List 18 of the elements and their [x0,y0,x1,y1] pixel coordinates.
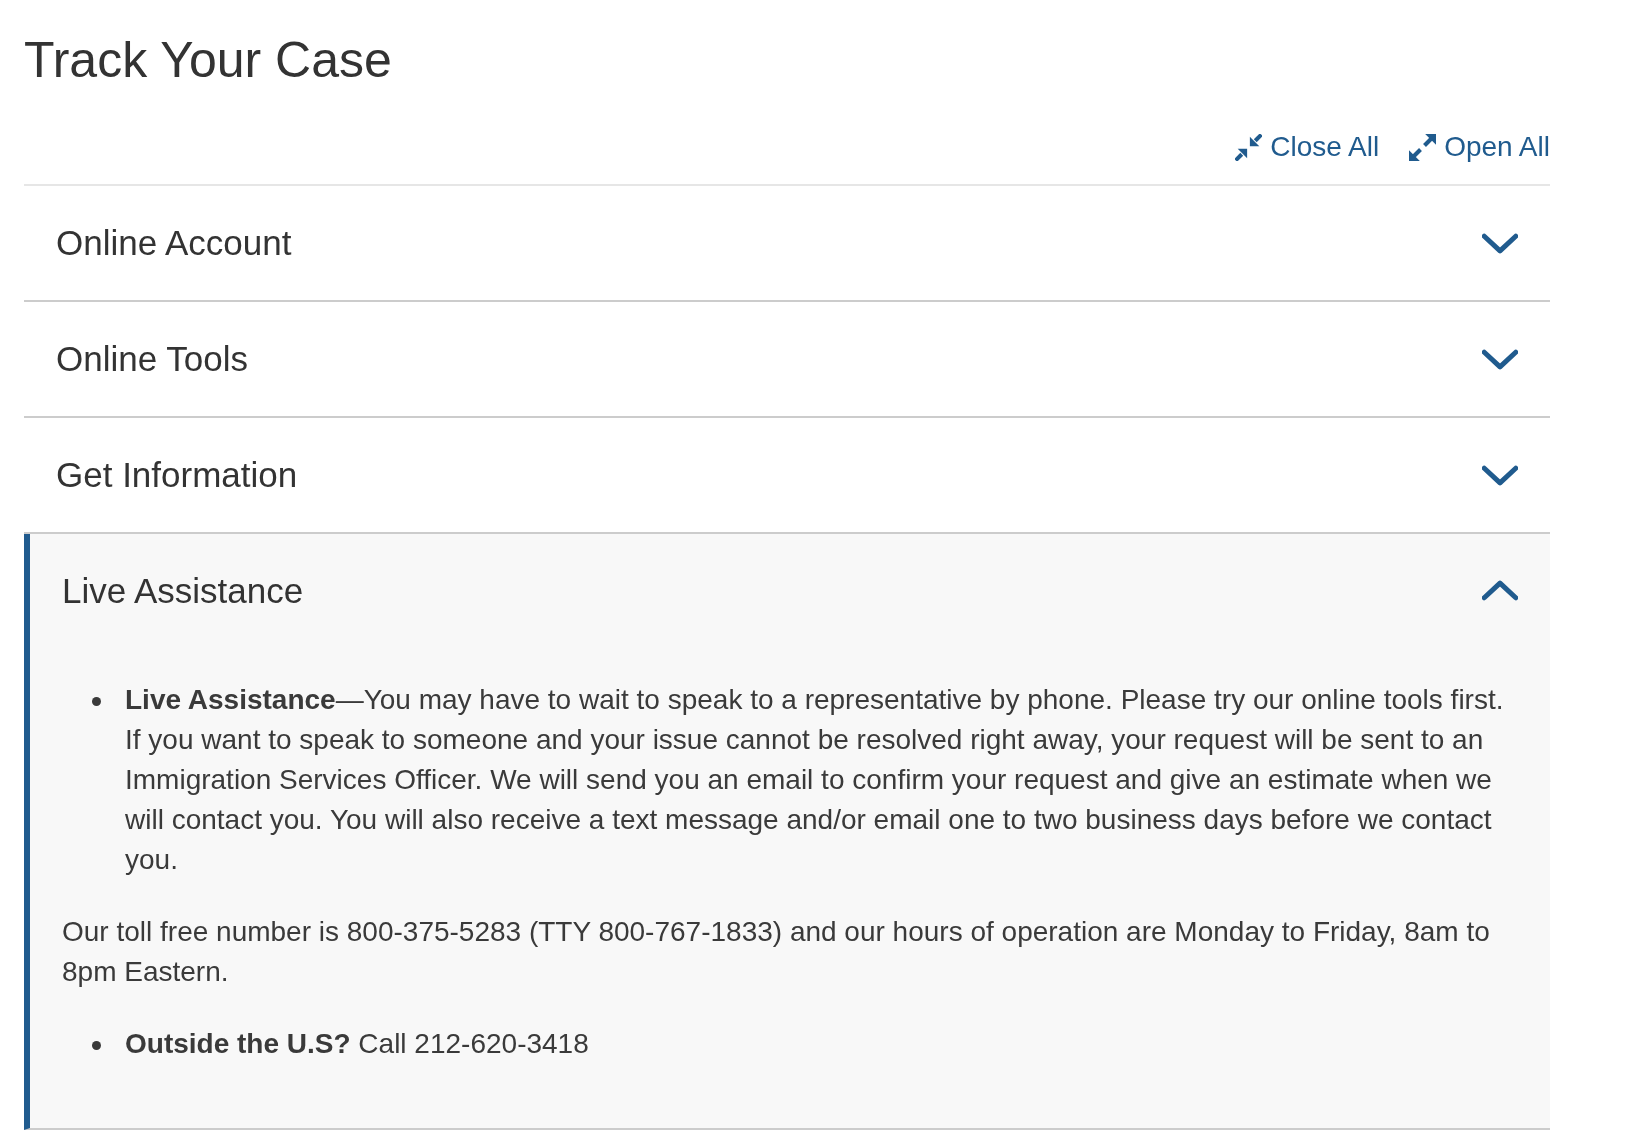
accordion-header[interactable]: Get Information [24,418,1550,532]
page-title: Track Your Case [24,31,393,90]
bullet-text: Live Assistance—You may have to wait to speak to a representative by phone. Please try our online tools first. If you want to speak to someone and your issue cannot be resolved right away, your request will be sent to an Immigration Services Officer. We will send you an email to confirm your request and give an estimate when we will contact you. You will also receive a text message and/or email one to two business days before we contact you. [125,683,1505,877]
arrows-outward-icon [1409,133,1437,161]
chevron-down-icon [1482,464,1518,486]
chevron-up-icon [1482,580,1518,602]
chevron-down-icon [1482,232,1518,254]
open-all-link[interactable]: Open All [1409,127,1550,167]
chevron-down-icon [1482,348,1518,370]
close-all-link[interactable]: Close All [1235,127,1380,167]
accordion-header[interactable]: Online Tools [24,302,1550,416]
body-paragraph: Our toll free number is 800-375-5283 (TTY 800-767-1833) and our hours of operation are Monday to Friday, 8am to 8pm Eastern. [62,915,1491,989]
accordion-header[interactable]: Live Assistance [30,534,1550,648]
arrows-inward-icon [1235,133,1263,161]
bullet-icon [92,1041,101,1050]
bullet-icon [92,697,101,706]
bullet-text: Outside the U.S? Call 212-620-3418 [125,1027,589,1061]
accordion-header[interactable]: Online Account [24,186,1550,300]
